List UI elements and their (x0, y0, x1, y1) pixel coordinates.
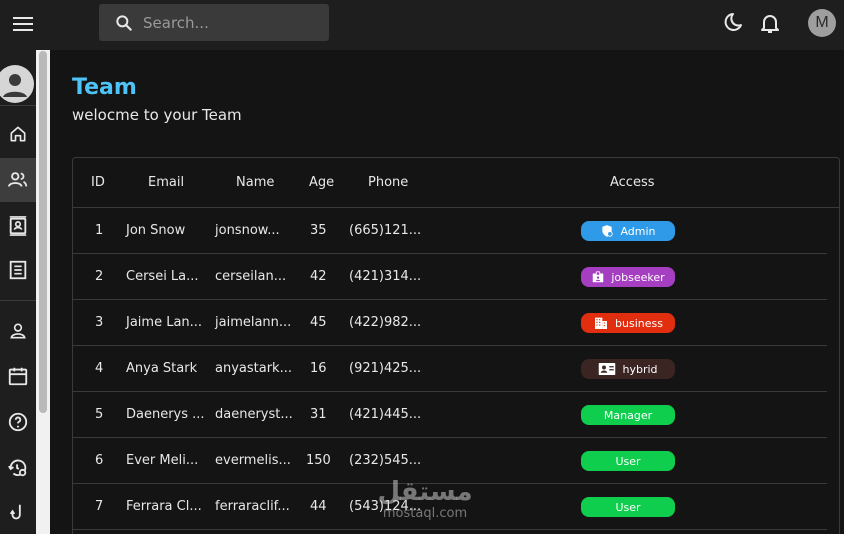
access-badge: hybrid (581, 359, 675, 379)
access-badge: jobseeker (581, 267, 675, 287)
cell-id: 3 (95, 315, 104, 330)
sidebar-divider (0, 300, 36, 301)
cell-phone: (422)982... (349, 315, 422, 330)
cell-name: jaimelann... (215, 315, 292, 330)
access-label: User (615, 454, 641, 468)
cell-id: 6 (95, 453, 104, 468)
cell-phone: (421)445... (349, 407, 422, 422)
table-row[interactable]: 5 Daenerys ... daeneryst... 31 (421)445... Ma… (73, 392, 827, 438)
access-badge: Manager (581, 405, 675, 425)
cell-phone: (921)425... (349, 361, 422, 376)
search-icon (116, 15, 132, 31)
access-badge: User (581, 451, 675, 471)
column-header-email[interactable]: Email (148, 175, 184, 190)
contacts-icon[interactable] (0, 204, 36, 248)
contact-card-icon (598, 361, 616, 377)
access-label: Manager (603, 408, 653, 422)
access-badge: User (581, 497, 675, 517)
top-bar: M (0, 0, 844, 50)
access-badge: business (581, 313, 675, 333)
history-settings-icon[interactable] (0, 446, 36, 490)
cell-name: ferraraclif... (215, 499, 290, 514)
cell-age: 45 (310, 315, 327, 330)
table-row[interactable]: 3 Jaime Lan... jaimelann... 45 (422)982... bu… (73, 300, 827, 346)
cell-age: 16 (310, 361, 327, 376)
column-header-phone[interactable]: Phone (368, 175, 408, 190)
access-badge: Admin (581, 221, 675, 241)
cell-email: Ever Meli... (126, 453, 199, 468)
cell-email: Anya Stark (126, 361, 198, 376)
cell-age: 31 (310, 407, 327, 422)
table-header: ID Email Name Age Phone Access (73, 158, 839, 208)
help-icon[interactable] (0, 400, 36, 444)
profile-avatar[interactable] (0, 65, 34, 103)
calendar-icon[interactable] (0, 354, 36, 398)
access-label: business (615, 316, 663, 330)
cell-name: daeneryst... (215, 407, 293, 422)
cell-phone: (421)314... (349, 269, 422, 284)
cell-email: Ferrara Cl... (126, 499, 202, 514)
watermark-arabic: مستقل (377, 477, 473, 507)
access-label: Admin (620, 224, 656, 238)
search-input[interactable] (143, 4, 323, 41)
sidebar-scrollbar[interactable] (36, 50, 50, 534)
bell-icon[interactable] (758, 11, 782, 35)
table-row[interactable]: 1 Jon Snow jonsnow... 35 (665)121... Admin (73, 208, 827, 254)
cell-name: anyastark... (215, 361, 292, 376)
table-row[interactable]: 4 Anya Stark anyastark... 16 (921)425... hybr… (73, 346, 827, 392)
admin-icon (600, 224, 614, 238)
cell-id: 4 (95, 361, 104, 376)
search-box[interactable] (99, 4, 329, 41)
sidebar (0, 50, 36, 534)
team-icon[interactable] (0, 158, 36, 202)
hook-icon[interactable] (0, 491, 36, 534)
home-icon[interactable] (0, 112, 36, 156)
moon-icon[interactable] (720, 11, 744, 35)
cell-phone: (665)121... (349, 223, 422, 238)
cell-name: cerseilan... (215, 269, 287, 284)
cell-id: 7 (95, 499, 104, 514)
cell-name: jonsnow... (215, 223, 280, 238)
watermark-latin: mostaql.com (382, 506, 468, 521)
badge-icon (591, 270, 605, 284)
invoices-icon[interactable] (0, 248, 36, 292)
page-title: Team (72, 75, 137, 100)
person-icon[interactable] (0, 309, 36, 353)
cell-id: 5 (95, 407, 104, 422)
cell-age: 42 (310, 269, 327, 284)
cell-name: evermelis... (215, 453, 291, 468)
cell-age: 44 (310, 499, 327, 514)
user-avatar[interactable]: M (808, 9, 836, 37)
cell-age: 35 (310, 223, 327, 238)
access-label: User (615, 500, 641, 514)
cell-email: Daenerys ... (126, 407, 205, 422)
cell-id: 2 (95, 269, 104, 284)
cell-phone: (232)545... (349, 453, 422, 468)
column-header-age[interactable]: Age (309, 175, 334, 190)
sidebar-divider (0, 105, 36, 106)
column-header-id[interactable]: ID (91, 175, 105, 190)
access-label: jobseeker (611, 270, 665, 284)
table-row[interactable]: 2 Cersei La... cerseilan... 42 (421)314... jo… (73, 254, 827, 300)
cell-age: 150 (306, 453, 331, 468)
scrollbar-thumb[interactable] (39, 51, 47, 413)
page-subtitle: welocme to your Team (72, 106, 242, 124)
column-header-access[interactable]: Access (610, 175, 655, 190)
menu-icon[interactable] (8, 10, 38, 38)
cell-id: 1 (95, 223, 104, 238)
cell-email: Cersei La... (126, 269, 199, 284)
watermark: مستقل mostaql.com (370, 478, 480, 521)
building-icon (593, 315, 609, 331)
cell-email: Jaime Lan... (126, 315, 203, 330)
cell-email: Jon Snow (126, 223, 186, 238)
access-label: hybrid (622, 362, 658, 376)
column-header-name[interactable]: Name (236, 175, 274, 190)
